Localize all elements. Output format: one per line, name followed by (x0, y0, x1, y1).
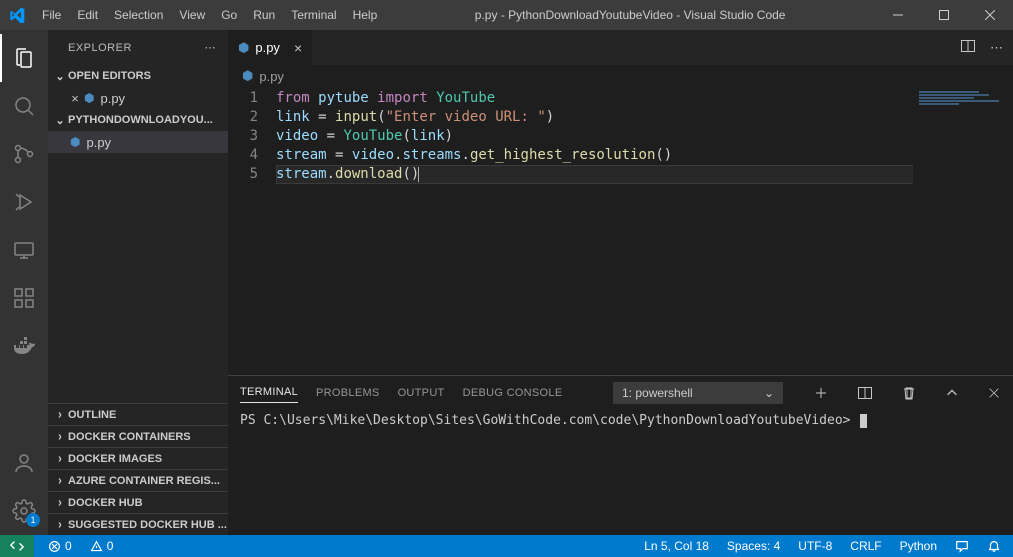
sidebar-header: EXPLORER (48, 30, 228, 65)
python-file-icon: ⬢ (242, 68, 253, 84)
python-file-icon: ⬢ (70, 135, 80, 149)
activity-bar: 1 (0, 30, 48, 535)
more-actions-icon[interactable] (990, 40, 1003, 56)
chevron-down-icon (764, 386, 774, 400)
maximize-panel-icon[interactable] (945, 386, 959, 400)
panel-tab-problems[interactable]: PROBLEMS (316, 383, 380, 403)
chevron-down-icon (52, 70, 68, 83)
status-eol[interactable]: CRLF (846, 539, 885, 553)
chevron-down-icon (52, 114, 68, 127)
open-editors-header[interactable]: OPEN EDITORS (48, 65, 228, 87)
sidebar-more-icon[interactable] (205, 41, 217, 54)
chevron-right-icon (52, 475, 68, 487)
file-label: p.py (100, 91, 125, 106)
breadcrumb-file: p.py (259, 69, 284, 84)
vscode-icon (0, 7, 34, 23)
menu-view[interactable]: View (171, 8, 213, 22)
status-language[interactable]: Python (896, 539, 941, 553)
menu-terminal[interactable]: Terminal (283, 8, 344, 22)
activity-scm[interactable] (0, 130, 48, 178)
editor-group: ⬢ p.py × ⬢ p.py 12345 from pytube import… (228, 30, 1013, 535)
python-file-icon: ⬢ (238, 40, 249, 56)
titlebar: File Edit Selection View Go Run Terminal… (0, 0, 1013, 30)
code-content[interactable]: from pytube import YouTubelink = input("… (276, 87, 1013, 375)
status-errors[interactable]: 0 (44, 539, 76, 553)
tab-actions (960, 30, 1013, 65)
terminal-prompt: PS C:\Users\Mike\Desktop\Sites\GoWithCod… (240, 413, 858, 428)
section-outline[interactable]: OUTLINE (48, 403, 228, 425)
close-button[interactable] (967, 0, 1013, 30)
chevron-right-icon (52, 409, 68, 421)
window-title: p.py - PythonDownloadYoutubeVideo - Visu… (385, 8, 875, 22)
terminal-cursor (860, 414, 867, 428)
activity-debug[interactable] (0, 178, 48, 226)
activity-explorer[interactable] (0, 34, 48, 82)
status-bell-icon[interactable] (983, 539, 1005, 553)
file-label: p.py (86, 135, 111, 150)
close-icon[interactable]: × (66, 91, 84, 106)
sidebar: EXPLORER OPEN EDITORS × ⬢ p.py PYTHONDOW… (48, 30, 228, 535)
status-encoding[interactable]: UTF-8 (794, 539, 836, 553)
sidebar-collapsed-sections: OUTLINE DOCKER CONTAINERS DOCKER IMAGES … (48, 403, 228, 535)
activity-remote[interactable] (0, 226, 48, 274)
kill-terminal-icon[interactable] (901, 385, 917, 401)
bottom-panel: TERMINAL PROBLEMS OUTPUT DEBUG CONSOLE 1… (228, 375, 1013, 535)
editor-tabs: ⬢ p.py × (228, 30, 1013, 65)
code-editor[interactable]: 12345 from pytube import YouTubelink = i… (228, 87, 1013, 375)
close-panel-icon[interactable] (987, 386, 1001, 400)
section-suggested-docker-hub[interactable]: SUGGESTED DOCKER HUB ... (48, 513, 228, 535)
panel-tab-output[interactable]: OUTPUT (398, 383, 445, 403)
menu-run[interactable]: Run (245, 8, 283, 22)
remote-indicator[interactable] (0, 535, 34, 557)
activity-settings[interactable]: 1 (0, 487, 48, 535)
section-azure-container[interactable]: AZURE CONTAINER REGIS... (48, 469, 228, 491)
activity-extensions[interactable] (0, 274, 48, 322)
new-terminal-icon[interactable] (813, 385, 829, 401)
status-bar: 0 0 Ln 5, Col 18 Spaces: 4 UTF-8 CRLF Py… (0, 535, 1013, 557)
minimize-button[interactable] (875, 0, 921, 30)
panel-tab-debug-console[interactable]: DEBUG CONSOLE (463, 383, 563, 403)
tab-label: p.py (255, 40, 280, 55)
chevron-right-icon (52, 519, 68, 531)
chevron-right-icon (52, 431, 68, 443)
split-terminal-icon[interactable] (857, 385, 873, 401)
status-ln-col[interactable]: Ln 5, Col 18 (640, 539, 713, 553)
status-spaces[interactable]: Spaces: 4 (723, 539, 784, 553)
folder-header[interactable]: PYTHONDOWNLOADYOU... (48, 109, 228, 131)
section-docker-containers[interactable]: DOCKER CONTAINERS (48, 425, 228, 447)
chevron-right-icon (52, 453, 68, 465)
settings-badge: 1 (26, 513, 40, 527)
status-feedback-icon[interactable] (951, 539, 973, 553)
menu-selection[interactable]: Selection (106, 8, 171, 22)
activity-search[interactable] (0, 82, 48, 130)
open-editor-item[interactable]: × ⬢ p.py (48, 87, 228, 109)
python-file-icon: ⬢ (84, 91, 94, 105)
line-gutter: 12345 (228, 87, 276, 375)
activity-docker[interactable] (0, 322, 48, 370)
menu-file[interactable]: File (34, 8, 69, 22)
panel-tab-terminal[interactable]: TERMINAL (240, 382, 298, 403)
file-item[interactable]: ⬢ p.py (48, 131, 228, 153)
chevron-right-icon (52, 497, 68, 509)
terminal-body[interactable]: PS C:\Users\Mike\Desktop\Sites\GoWithCod… (228, 409, 1013, 535)
menu-help[interactable]: Help (345, 8, 386, 22)
activity-account[interactable] (0, 439, 48, 487)
tab-p-py[interactable]: ⬢ p.py × (228, 30, 313, 65)
maximize-button[interactable] (921, 0, 967, 30)
status-warnings[interactable]: 0 (86, 539, 118, 553)
close-icon[interactable]: × (294, 40, 302, 56)
menu-edit[interactable]: Edit (69, 8, 106, 22)
terminal-select[interactable]: 1: powershell (613, 382, 783, 404)
sidebar-title: EXPLORER (68, 42, 132, 54)
menu-bar: File Edit Selection View Go Run Terminal… (34, 8, 385, 22)
breadcrumb[interactable]: ⬢ p.py (228, 65, 1013, 87)
minimap[interactable] (913, 87, 1013, 375)
section-docker-images[interactable]: DOCKER IMAGES (48, 447, 228, 469)
panel-tabs: TERMINAL PROBLEMS OUTPUT DEBUG CONSOLE 1… (228, 376, 1013, 409)
split-editor-icon[interactable] (960, 38, 976, 57)
menu-go[interactable]: Go (213, 8, 245, 22)
section-docker-hub[interactable]: DOCKER HUB (48, 491, 228, 513)
window-controls (875, 0, 1013, 30)
